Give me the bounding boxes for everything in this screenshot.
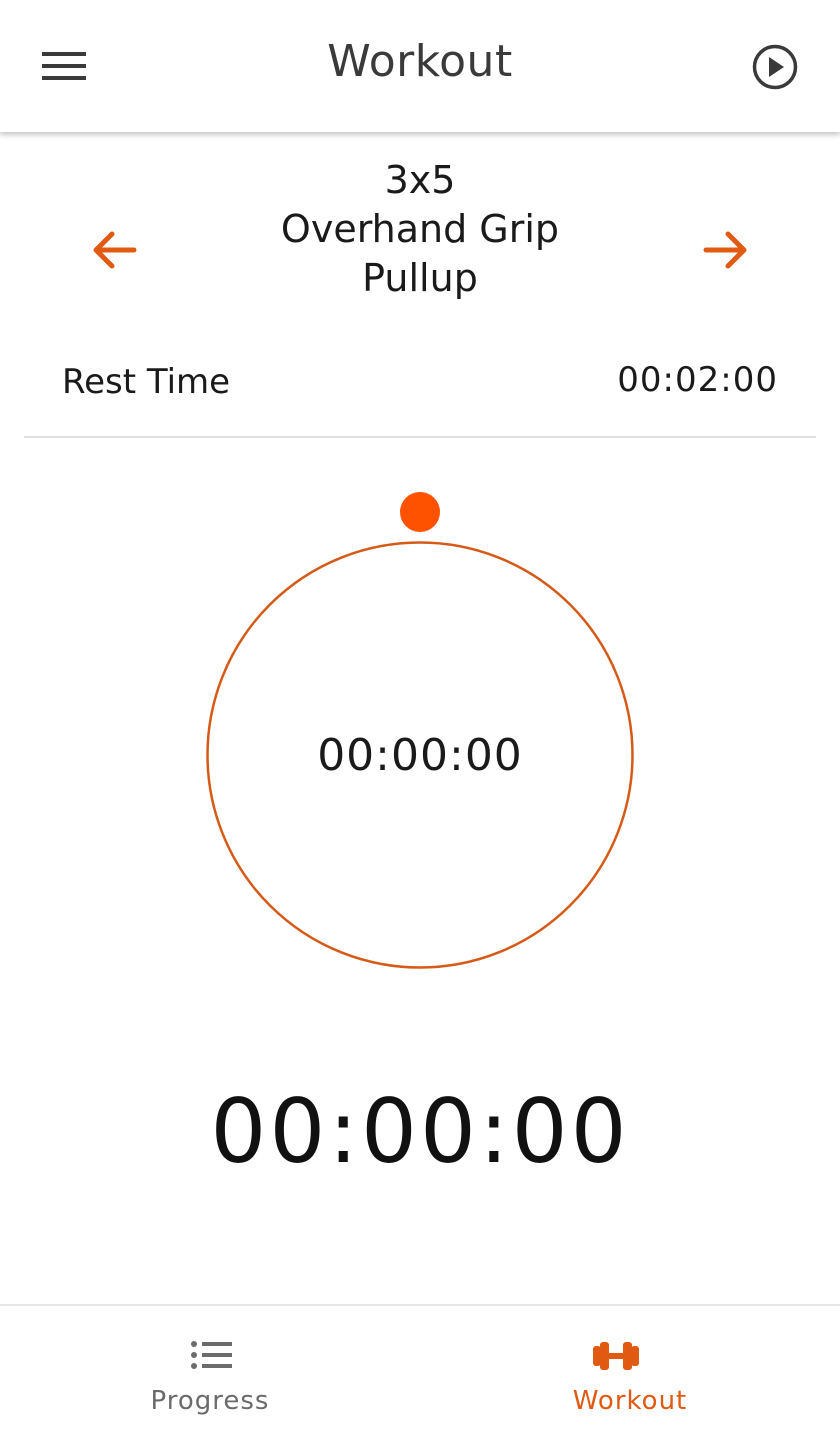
- bottom-navigation: Progress Workout: [0, 1304, 840, 1444]
- ring-timer-display: 00:00:00: [317, 730, 523, 781]
- arrow-right-icon: [703, 231, 747, 269]
- exercise-header: 3x5 Overhand Grip Pullup: [0, 150, 840, 310]
- exercise-name-line2: Pullup: [362, 256, 478, 300]
- rest-time-label: Rest Time: [62, 362, 231, 402]
- next-exercise-button[interactable]: [698, 224, 754, 276]
- list-icon: [188, 1336, 234, 1376]
- play-circle-icon[interactable]: [748, 40, 802, 94]
- nav-progress[interactable]: Progress: [0, 1306, 420, 1444]
- elapsed-timer-display: 00:00:00: [210, 1080, 630, 1183]
- app-bar: Workout: [0, 0, 840, 132]
- timer-progress-dot[interactable]: [400, 492, 440, 532]
- previous-exercise-button[interactable]: [86, 224, 142, 276]
- exercise-name: 3x5 Overhand Grip Pullup: [170, 156, 670, 303]
- exercise-name-line1: Overhand Grip: [280, 207, 560, 251]
- page-title: Workout: [327, 36, 513, 87]
- nav-workout-label: Workout: [572, 1386, 688, 1416]
- nav-progress-label: Progress: [150, 1386, 270, 1416]
- rest-time-value[interactable]: 00:02:00: [617, 360, 778, 400]
- dumbbell-icon: [590, 1336, 642, 1376]
- rest-time-row[interactable]: Rest Time 00:02:00: [24, 340, 816, 438]
- timer-ring: 00:00:00: [0, 480, 840, 980]
- arrow-left-icon: [93, 231, 137, 269]
- nav-workout[interactable]: Workout: [420, 1306, 840, 1444]
- exercise-sets-reps: 3x5: [384, 158, 456, 202]
